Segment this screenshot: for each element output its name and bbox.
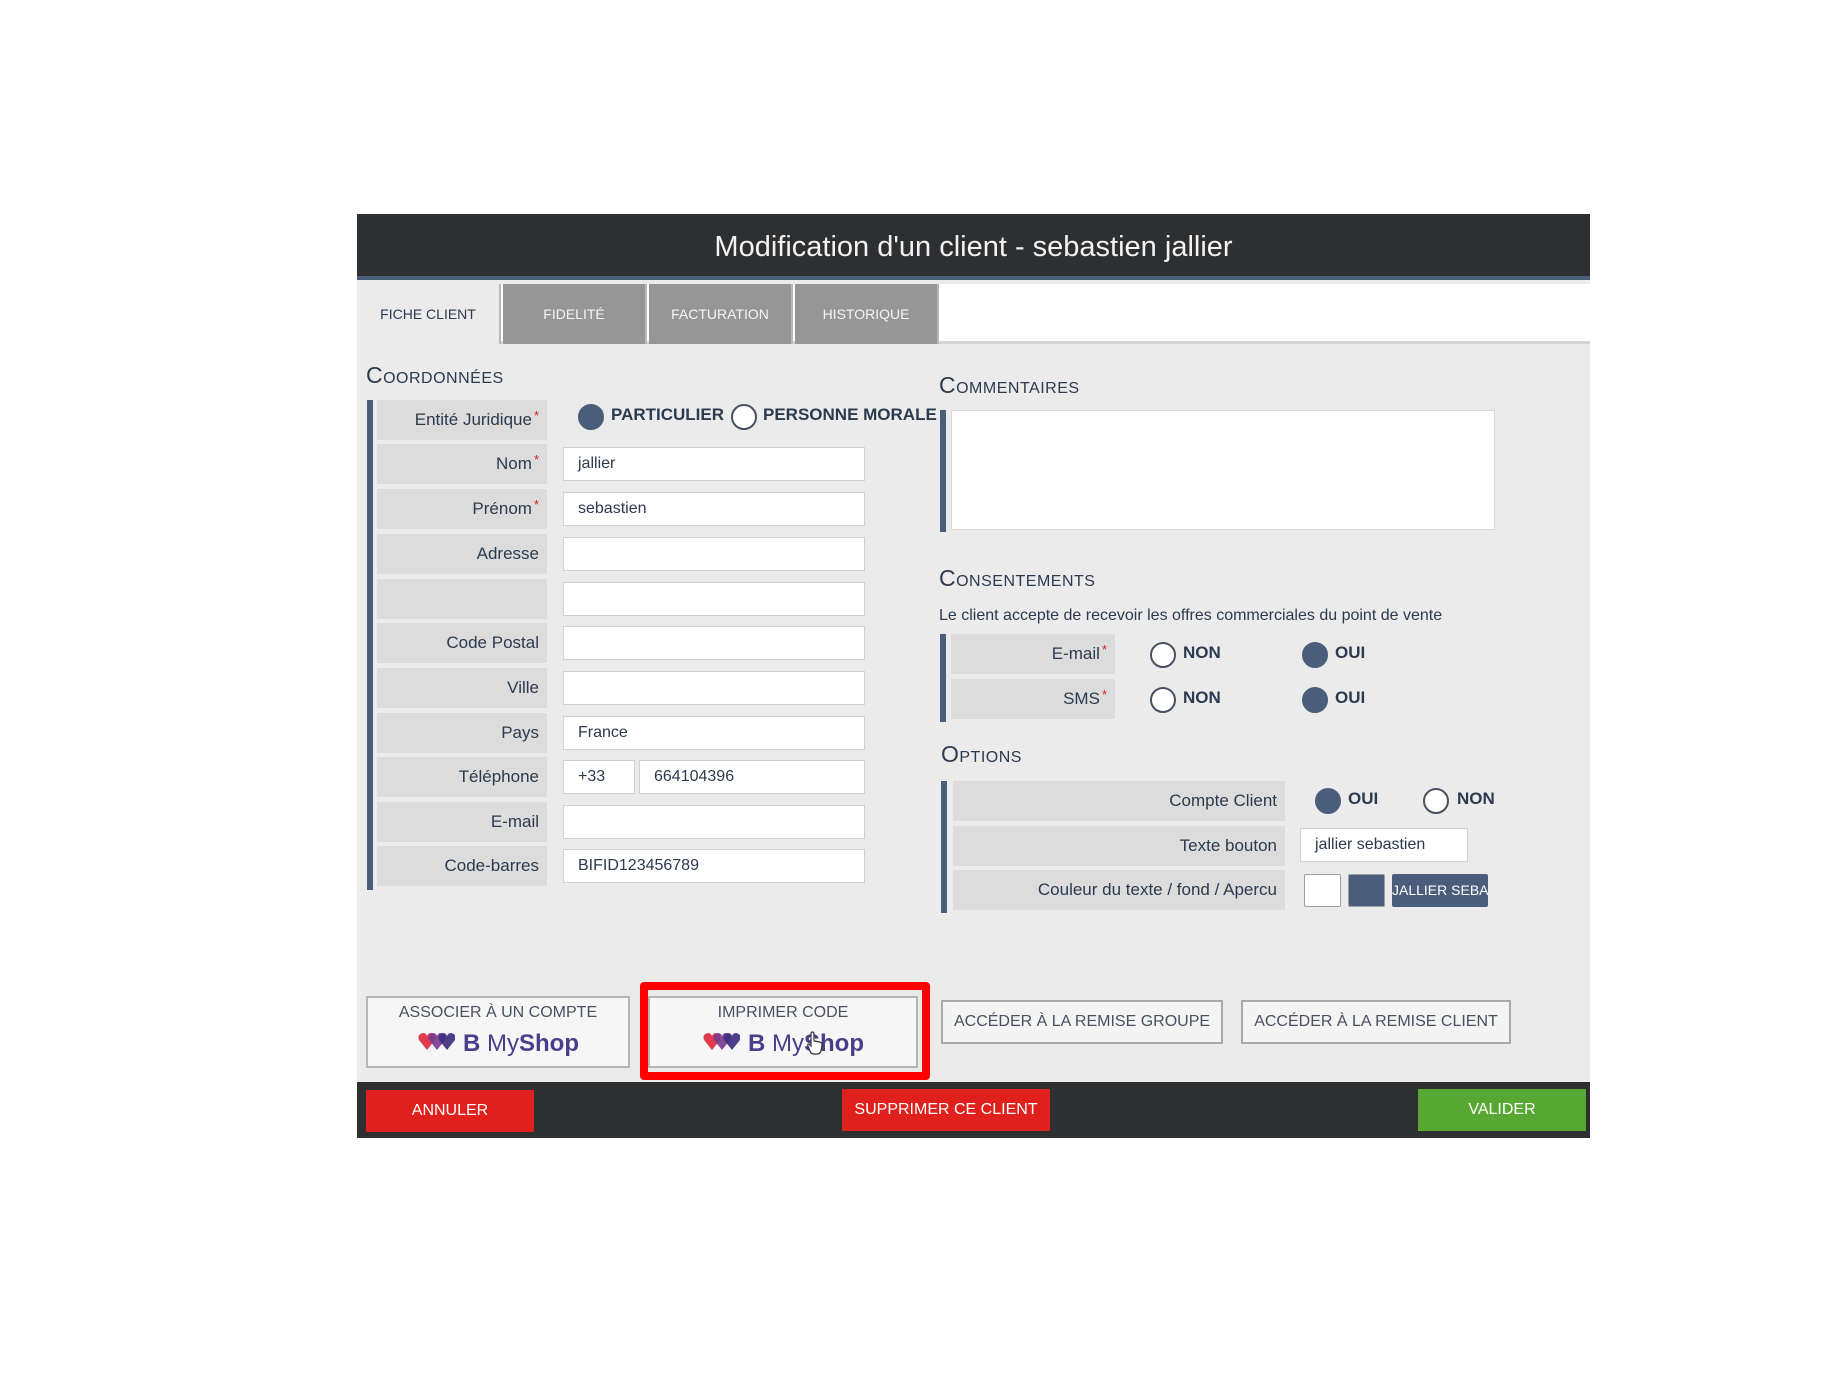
radio-compte-non[interactable]	[1423, 788, 1449, 814]
code-barres-input[interactable]: BIFID123456789	[563, 849, 865, 883]
sms-oui-label: OUI	[1335, 688, 1366, 707]
client-edit-dialog: Modification d'un client - sebastien jal…	[357, 214, 1590, 1138]
associer-label: ASSOCIER À UN COMPTE	[398, 1004, 598, 1021]
bmyshop-hearts-icon	[417, 1030, 456, 1059]
prenom-label-text: Prénom	[472, 499, 532, 518]
radio-sms-oui[interactable]	[1302, 687, 1328, 713]
commentaires-accent-bar	[940, 410, 946, 532]
email-input[interactable]	[563, 805, 865, 839]
commentaires-title: Commentaires	[939, 372, 1080, 398]
required-mark: *	[533, 408, 539, 423]
telephone-label: Téléphone	[377, 757, 547, 797]
ville-label: Ville	[377, 668, 547, 708]
valider-button[interactable]: VALIDER	[1418, 1089, 1586, 1131]
consent-email-label: E-mail *	[951, 634, 1115, 674]
radio-sms-non[interactable]	[1150, 687, 1176, 713]
adresse2-input[interactable]	[563, 582, 865, 616]
preview-button: JALLIER SEBASTIEN	[1392, 874, 1488, 907]
required-mark: *	[533, 497, 539, 512]
remise-client-button[interactable]: ACCÉDER À LA REMISE CLIENT	[1241, 1000, 1511, 1044]
entite-juridique-label: Entité Juridique *	[377, 400, 547, 440]
bmyshop-shop: Shop	[519, 1030, 579, 1057]
couleur-label: Couleur du texte / fond / Apercu	[953, 870, 1285, 910]
bmyshop-my: My	[487, 1030, 519, 1057]
coordonnees-accent-bar	[367, 400, 373, 890]
tab-fiche-client[interactable]: FICHE CLIENT	[357, 284, 501, 344]
compte-client-label: Compte Client	[953, 781, 1285, 821]
consent-sms-label: SMS *	[951, 679, 1115, 719]
supprimer-client-button[interactable]: SUPPRIMER CE CLIENT	[842, 1089, 1050, 1131]
tab-fidelite[interactable]: FIDELITÉ	[503, 284, 647, 344]
ville-input[interactable]	[563, 671, 865, 705]
radio-compte-oui[interactable]	[1315, 788, 1341, 814]
consentements-text: Le client accepte de recevoir les offres…	[939, 607, 1443, 624]
adresse-label: Adresse	[377, 534, 547, 574]
bmyshop-b: B	[462, 1030, 481, 1057]
annuler-button[interactable]: ANNULER	[366, 1090, 534, 1132]
consentements-accent-bar	[940, 634, 946, 722]
sms-non-label: NON	[1183, 688, 1221, 707]
code-postal-input[interactable]	[563, 626, 865, 660]
coordonnees-title: Coordonnées	[366, 362, 504, 388]
email-label: E-mail	[377, 802, 547, 842]
telephone-prefix-input[interactable]: +33	[563, 760, 635, 794]
texte-bouton-label: Texte bouton	[953, 826, 1285, 866]
nom-input[interactable]: jallier	[563, 447, 865, 481]
required-mark: *	[1101, 687, 1107, 702]
code-barres-label: Code-barres	[377, 846, 547, 886]
entite-juridique-text: Entité Juridique	[414, 410, 532, 429]
nom-label: Nom *	[377, 444, 547, 484]
prenom-label: Prénom *	[377, 489, 547, 529]
pays-input[interactable]: France	[563, 716, 865, 750]
compte-non-label: NON	[1457, 789, 1495, 808]
bg-color-swatch[interactable]	[1348, 874, 1385, 907]
consentements-title: Consentements	[939, 565, 1096, 591]
texte-bouton-input[interactable]: jallier sebastien	[1300, 828, 1468, 862]
dialog-footer: ANNULER SUPPRIMER CE CLIENT VALIDER	[357, 1082, 1590, 1138]
red-highlight-box	[640, 982, 930, 1080]
adresse-input[interactable]	[563, 537, 865, 571]
adresse2-label	[377, 579, 547, 619]
tab-bar: FICHE CLIENT FIDELITÉ FACTURATION HISTOR…	[357, 284, 1590, 344]
email-oui-label: OUI	[1335, 643, 1366, 662]
remise-groupe-button[interactable]: ACCÉDER À LA REMISE GROUPE	[941, 1000, 1223, 1044]
commentaires-textarea[interactable]	[951, 410, 1495, 530]
consent-email-text: E-mail	[1051, 644, 1100, 663]
radio-personne-morale[interactable]	[731, 404, 757, 430]
personne-morale-label: PERSONNE MORALE	[763, 405, 937, 424]
text-color-swatch[interactable]	[1304, 874, 1341, 907]
particulier-label: PARTICULIER	[611, 405, 725, 424]
associer-compte-button[interactable]: ASSOCIER À UN COMPTE B MyShop	[366, 996, 630, 1068]
required-mark: *	[533, 452, 539, 467]
tab-facturation[interactable]: FACTURATION	[649, 284, 793, 344]
telephone-input[interactable]: 664104396	[639, 760, 865, 794]
consent-sms-text: SMS	[1063, 689, 1100, 708]
tab-historique[interactable]: HISTORIQUE	[795, 284, 939, 344]
pointer-cursor-icon	[806, 1031, 824, 1060]
compte-oui-label: OUI	[1348, 789, 1379, 808]
required-mark: *	[1101, 642, 1107, 657]
bmyshop-logo: B MyShop	[368, 1030, 628, 1059]
prenom-input[interactable]: sebastien	[563, 492, 865, 526]
email-non-label: NON	[1183, 643, 1221, 662]
options-title: Options	[941, 741, 1022, 767]
radio-particulier[interactable]	[578, 404, 604, 430]
nom-label-text: Nom	[496, 454, 532, 473]
dialog-title: Modification d'un client - sebastien jal…	[357, 214, 1590, 280]
pays-label: Pays	[377, 713, 547, 753]
radio-email-oui[interactable]	[1302, 642, 1328, 668]
code-postal-label: Code Postal	[377, 623, 547, 663]
radio-email-non[interactable]	[1150, 642, 1176, 668]
options-accent-bar	[941, 781, 947, 913]
